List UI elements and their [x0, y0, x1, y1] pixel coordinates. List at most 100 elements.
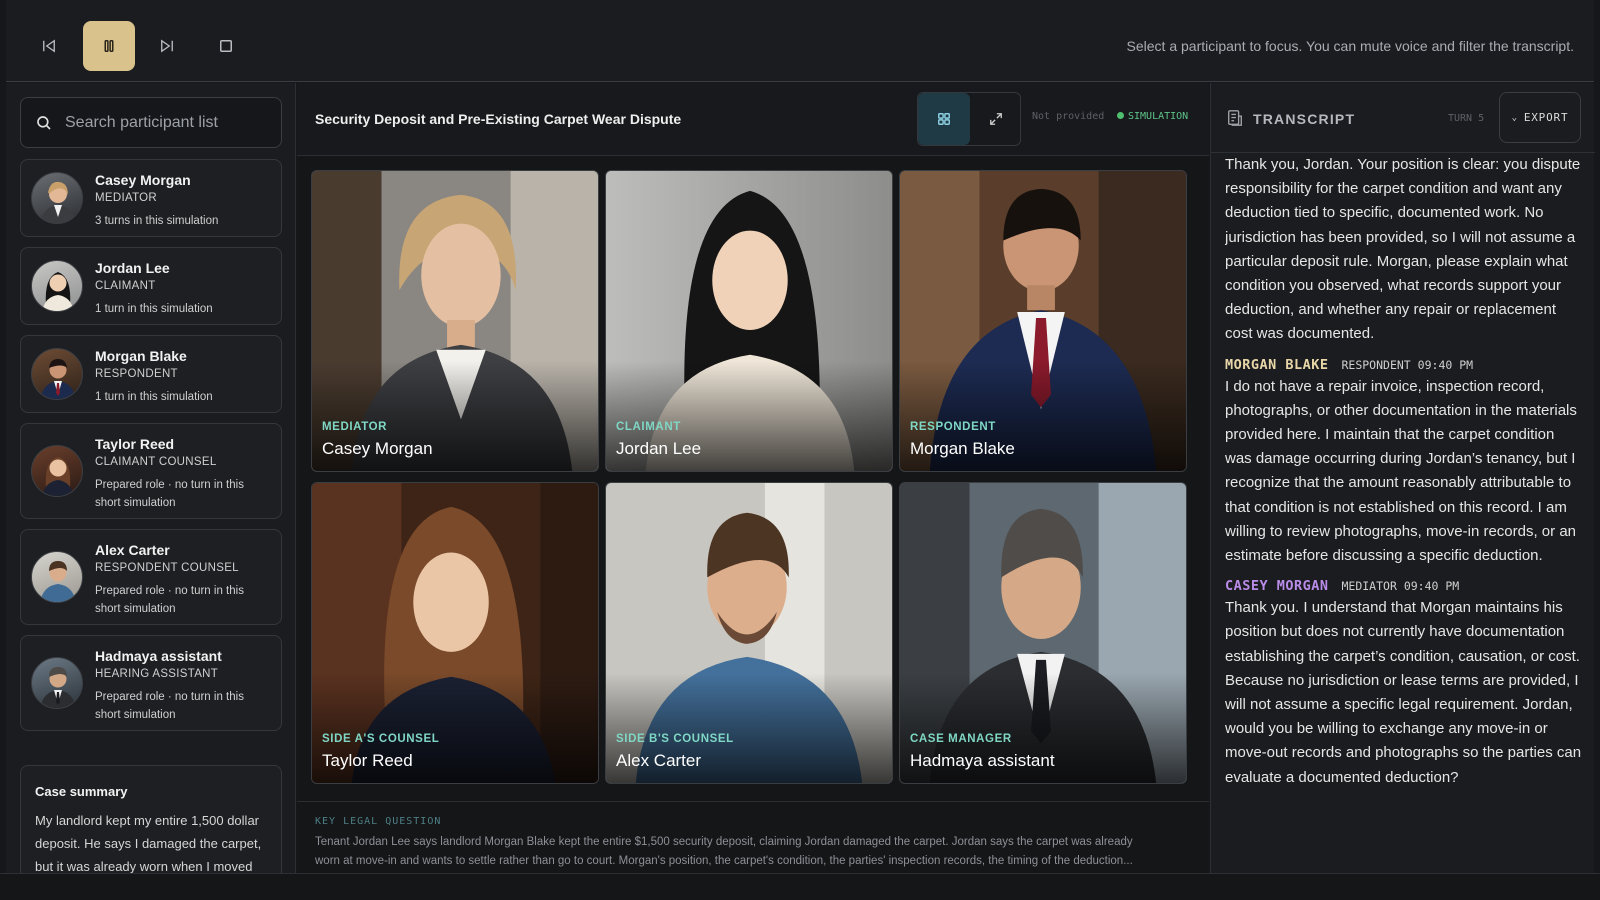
- participant-turns: Prepared role · no turn in this short si…: [95, 479, 244, 509]
- participant-card[interactable]: Taylor Reed CLAIMANT COUNSEL Prepared ro…: [20, 423, 282, 519]
- avatar: [31, 172, 83, 224]
- video-grid-panel: Security Deposit and Pre-Existing Carpet…: [297, 83, 1209, 873]
- transcript-header: TRANSCRIPT TURN 5 ⌄ EXPORT: [1211, 83, 1595, 153]
- turn-counter: TURN 5: [1448, 113, 1485, 124]
- tile-name: Casey Morgan: [322, 439, 433, 458]
- participant-turns: 3 turns in this simulation: [95, 215, 219, 227]
- avatar: [31, 657, 83, 709]
- speaker-role: MEDIATOR: [1341, 579, 1397, 594]
- participant-tile[interactable]: RESPONDENT Morgan Blake: [899, 170, 1187, 472]
- participant-card[interactable]: Jordan Lee CLAIMANT 1 turn in this simul…: [20, 247, 282, 325]
- message-time: 09:40 PM: [1403, 579, 1460, 594]
- case-summary-title: Case summary: [35, 784, 128, 799]
- participant-card[interactable]: Alex Carter RESPONDENT COUNSEL Prepared …: [20, 529, 282, 625]
- participant-name: Casey Morgan: [95, 172, 191, 188]
- case-title: Security Deposit and Pre-Existing Carpet…: [315, 111, 682, 127]
- participant-card[interactable]: Morgan Blake RESPONDENT 1 turn in this s…: [20, 335, 282, 413]
- participant-name: Jordan Lee: [95, 260, 170, 276]
- case-summary: Case summary My landlord kept my entire …: [20, 765, 282, 873]
- participant-card[interactable]: Casey Morgan MEDIATOR 3 turns in this si…: [20, 159, 282, 237]
- participant-search[interactable]: [20, 97, 282, 148]
- participant-role: MEDIATOR: [95, 192, 158, 204]
- top-toolbar: Select a participant to focus. You can m…: [6, 0, 1594, 82]
- tile-role: MEDIATOR: [322, 421, 388, 433]
- jurisdiction-label: Not provided: [1032, 111, 1105, 122]
- avatar: [31, 445, 83, 497]
- grid-view-icon: [938, 113, 950, 125]
- pause-button[interactable]: [83, 21, 135, 71]
- participant-role: RESPONDENT COUNSEL: [95, 562, 239, 574]
- speaker-role: RESPONDENT: [1341, 357, 1411, 372]
- speaker-name: CASEY MORGAN: [1225, 578, 1329, 595]
- simulation-badge: SIMULATION: [1117, 111, 1188, 122]
- tile-name: Taylor Reed: [322, 751, 413, 770]
- pause-icon: [104, 40, 114, 52]
- tile-name: Hadmaya assistant: [910, 751, 1055, 770]
- chevron-down-icon: ⌄: [1511, 112, 1518, 123]
- skip-forward-icon: [161, 39, 173, 53]
- search-input[interactable]: [65, 113, 265, 132]
- participant-name: Hadmaya assistant: [95, 648, 222, 664]
- tile-role: SIDE A'S COUNSEL: [322, 733, 440, 745]
- transcript-icon: [1228, 110, 1242, 126]
- transcript-body[interactable]: Thank you, Jordan. Your position is clea…: [1225, 153, 1585, 873]
- key-question-line: worn at move-in and wants to settle rath…: [315, 855, 1133, 867]
- case-summary-text: My landlord kept my entire 1,500 dollar …: [35, 813, 262, 873]
- simulation-label: SIMULATION: [1128, 111, 1189, 122]
- participant-role: RESPONDENT: [95, 368, 178, 380]
- participant-sidebar: Casey Morgan MEDIATOR 3 turns in this si…: [6, 83, 296, 873]
- key-legal-question: KEY LEGAL QUESTION Tenant Jordan Lee say…: [297, 801, 1209, 873]
- participant-tile[interactable]: CLAIMANT Jordan Lee: [605, 170, 893, 472]
- case-header: Security Deposit and Pre-Existing Carpet…: [297, 83, 1209, 156]
- tile-role: RESPONDENT: [910, 421, 996, 433]
- export-button[interactable]: ⌄ EXPORT: [1499, 92, 1581, 143]
- participant-card[interactable]: Hadmaya assistant HEARING ASSISTANT Prep…: [20, 635, 282, 731]
- avatar: [31, 260, 83, 312]
- participant-tile[interactable]: MEDIATOR Casey Morgan: [311, 170, 599, 472]
- key-question-text: Tenant Jordan Lee says landlord Morgan B…: [315, 833, 1191, 871]
- expand-icon: [990, 113, 1002, 125]
- participant-role: HEARING ASSISTANT: [95, 668, 219, 680]
- participant-role: CLAIMANT COUNSEL: [95, 456, 217, 468]
- skip-forward-button[interactable]: [141, 21, 193, 71]
- participant-role: CLAIMANT: [95, 280, 156, 292]
- transcript-title: TRANSCRIPT: [1253, 111, 1356, 127]
- speaker-name: MORGAN BLAKE: [1225, 356, 1329, 373]
- participant-name: Morgan Blake: [95, 348, 187, 364]
- stop-icon: [220, 40, 232, 52]
- transcript-message: Thank you, Jordan. Your position is clea…: [1225, 156, 1581, 343]
- expand-view-button[interactable]: [970, 93, 1022, 145]
- participant-tile[interactable]: SIDE A'S COUNSEL Taylor Reed: [311, 482, 599, 784]
- bottom-bar: [0, 873, 1600, 900]
- export-label: EXPORT: [1523, 111, 1569, 124]
- transcript-message: I do not have a repair invoice, inspecti…: [1225, 377, 1577, 565]
- stop-button[interactable]: [200, 21, 252, 71]
- toolbar-hint: Select a participant to focus. You can m…: [1126, 38, 1574, 54]
- participant-turns: 1 turn in this simulation: [95, 303, 213, 315]
- avatar: [31, 551, 83, 603]
- message-time: 09:40 PM: [1417, 357, 1474, 372]
- tile-name: Alex Carter: [616, 751, 702, 770]
- tile-role: CASE MANAGER: [910, 733, 1012, 745]
- participant-tile[interactable]: SIDE B'S COUNSEL Alex Carter: [605, 482, 893, 784]
- tile-name: Jordan Lee: [616, 439, 702, 458]
- tile-role: CLAIMANT: [616, 421, 681, 433]
- skip-back-icon: [43, 39, 55, 53]
- speaker-line: CASEY MORGAN MEDIATOR 09:40 PM: [1225, 578, 1585, 594]
- view-toggle: [917, 92, 1021, 146]
- participant-name: Alex Carter: [95, 542, 170, 558]
- participant-turns: Prepared role · no turn in this short si…: [95, 585, 244, 615]
- transcript-panel: TRANSCRIPT TURN 5 ⌄ EXPORT Thank you, Jo…: [1210, 83, 1595, 873]
- tile-role: SIDE B'S COUNSEL: [616, 733, 734, 745]
- transcript-message: Thank you. I understand that Morgan main…: [1225, 599, 1582, 786]
- avatar: [31, 348, 83, 400]
- tile-name: Morgan Blake: [910, 439, 1015, 458]
- participant-turns: 1 turn in this simulation: [95, 391, 213, 403]
- key-question-label: KEY LEGAL QUESTION: [315, 816, 442, 827]
- key-question-line: Tenant Jordan Lee says landlord Morgan B…: [315, 836, 1133, 848]
- participant-tile[interactable]: CASE MANAGER Hadmaya assistant: [899, 482, 1187, 784]
- participant-name: Taylor Reed: [95, 436, 175, 452]
- skip-back-button[interactable]: [23, 21, 75, 71]
- speaker-line: MORGAN BLAKE RESPONDENT 09:40 PM: [1225, 357, 1585, 373]
- grid-view-button[interactable]: [918, 93, 970, 145]
